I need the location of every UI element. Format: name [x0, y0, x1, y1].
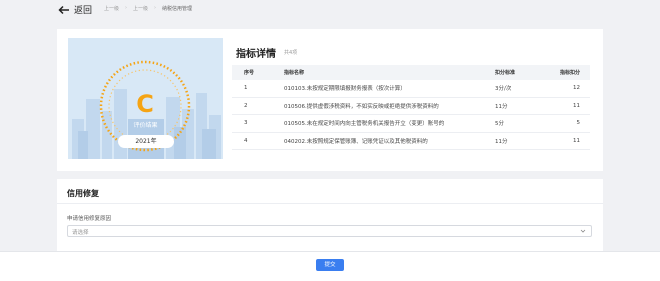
row-index: 3 — [244, 120, 248, 127]
indicator-name: 010103.未按规定期限填报财务报表（按次计算） — [284, 86, 406, 93]
breadcrumb: 上一级 › 上一级 › 纳税信用管理 — [104, 5, 192, 12]
indicator-name: 010505.未在规定时间内向主管税务机关报告开立（变更）账号的 — [284, 121, 445, 128]
indicator-name: 010506.提供虚假涉税资料，不如实反映或拒绝提供涉税资料的 — [284, 103, 439, 110]
deduction-points: 12 — [573, 85, 580, 92]
credit-grade: C — [136, 90, 154, 118]
breadcrumb-separator: › — [154, 5, 157, 11]
row-index: 1 — [244, 85, 248, 92]
breadcrumb-item[interactable]: 上一级 — [104, 5, 119, 12]
deduction-standard: 5分 — [495, 121, 504, 128]
divider — [57, 203, 603, 204]
breadcrumb-separator: › — [125, 5, 128, 11]
deduction-points: 5 — [576, 120, 581, 127]
item-count: 共4项 — [284, 50, 298, 56]
column-header: 序号 — [244, 70, 255, 76]
evaluation-panel: C 评价结果 2021年 — [68, 38, 223, 159]
section-title: 信用修复 — [67, 189, 99, 198]
breadcrumb-item[interactable]: 上一级 — [133, 5, 148, 12]
footer-bar: 提交 — [0, 251, 660, 281]
submit-button[interactable]: 提交 — [316, 259, 344, 271]
evaluation-year: 2021年 — [118, 135, 174, 148]
arrow-left-icon — [58, 5, 69, 14]
column-header: 扣分标准 — [495, 70, 516, 76]
deduction-points: 11 — [573, 137, 580, 144]
field-label: 申请信用修复原因 — [67, 216, 112, 222]
deduction-standard: 11分 — [495, 103, 508, 110]
top-bar: 返回 上一级 › 上一级 › 纳税信用管理 — [0, 0, 660, 20]
back-button[interactable]: 返回 — [58, 3, 92, 16]
row-index: 4 — [244, 137, 248, 144]
table-row: 2 010506.提供虚假涉税资料，不如实反映或拒绝提供涉税资料的 11分 11 — [232, 98, 590, 115]
table-row: 3 010505.未在规定时间内向主管税务机关报告开立（变更）账号的 5分 5 — [232, 115, 590, 133]
breadcrumb-current: 纳税信用管理 — [162, 6, 193, 12]
grade-label: 评价结果 — [133, 122, 158, 129]
back-label: 返回 — [74, 6, 93, 16]
indicator-table: 序号 指标名称 扣分标准 指标扣分 1 010103.未按规定期限填报财务报表（… — [232, 65, 590, 150]
deduction-standard: 11分 — [495, 138, 508, 145]
column-header: 指标名称 — [284, 70, 305, 76]
table-header: 序号 指标名称 扣分标准 指标扣分 — [232, 65, 590, 80]
row-index: 2 — [244, 102, 248, 109]
table-row: 1 010103.未按规定期限填报财务报表（按次计算） 3分/次 12 — [232, 80, 590, 98]
table-row: 4 040202.未按照规定保管账簿、记账凭证以及其他税资料的 11分 11 — [232, 133, 590, 150]
repair-reason-select[interactable]: 请选择 — [67, 225, 592, 237]
deduction-points: 11 — [573, 102, 580, 109]
chevron-down-icon — [580, 229, 586, 233]
credit-repair-card: 信用修复 申请信用修复原因 请选择 — [57, 179, 603, 251]
deduction-standard: 3分/次 — [495, 86, 512, 93]
section-title: 指标详情 — [236, 49, 276, 60]
select-placeholder: 请选择 — [72, 230, 89, 236]
indicator-name: 040202.未按照规定保管账簿、记账凭证以及其他税资料的 — [284, 138, 428, 145]
indicator-card: C 评价结果 2021年 指标详情 共4项 序号 指标名称 扣分标准 指标扣分 … — [57, 29, 603, 171]
column-header: 指标扣分 — [559, 70, 580, 76]
